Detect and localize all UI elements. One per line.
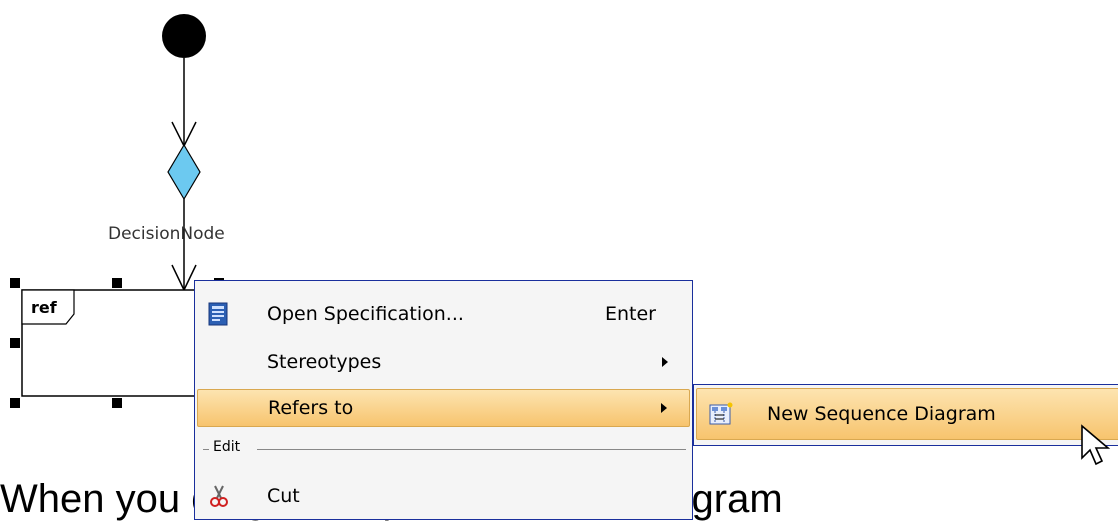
menu-group-header-edit: Edit	[195, 439, 692, 459]
group-header-label: Edit	[213, 439, 241, 455]
menu-item-label: Refers to	[268, 397, 354, 419]
decision-node-label: DecisionNode	[108, 224, 225, 244]
divider	[257, 449, 686, 450]
submenu-arrow-icon	[661, 403, 667, 413]
refers-to-submenu: New Sequence Diagram	[693, 384, 1118, 446]
selection-handle[interactable]	[10, 278, 20, 288]
menu-item-new-sequence-diagram[interactable]: New Sequence Diagram	[696, 388, 1118, 440]
menu-item-label: Stereotypes	[267, 351, 382, 373]
menu-item-label: New Sequence Diagram	[767, 403, 996, 425]
menu-item-label: Open Specification...	[267, 303, 464, 325]
selection-handle[interactable]	[10, 398, 20, 408]
menu-item-open-specification[interactable]: Open Specification... Enter	[197, 295, 690, 333]
decision-node[interactable]	[167, 143, 201, 201]
selection-handle[interactable]	[10, 338, 20, 348]
selection-handle[interactable]	[112, 398, 122, 408]
divider	[203, 449, 209, 450]
menu-item-refers-to[interactable]: Refers to	[197, 389, 690, 427]
scissors-icon	[210, 485, 228, 507]
selection-handle[interactable]	[112, 278, 122, 288]
menu-item-shortcut: Enter	[605, 303, 656, 325]
specification-icon	[208, 302, 228, 326]
menu-item-label: Cut	[267, 485, 300, 507]
context-menu: Open Specification... Enter Stereotypes …	[194, 280, 693, 520]
menu-item-stereotypes[interactable]: Stereotypes	[197, 343, 690, 381]
initial-node[interactable]	[162, 14, 206, 58]
mouse-cursor-icon	[1081, 424, 1111, 466]
submenu-arrow-icon	[662, 357, 668, 367]
menu-item-cut[interactable]: Cut	[197, 477, 690, 515]
sequence-diagram-icon	[709, 402, 733, 425]
ref-label: ref	[31, 298, 57, 317]
